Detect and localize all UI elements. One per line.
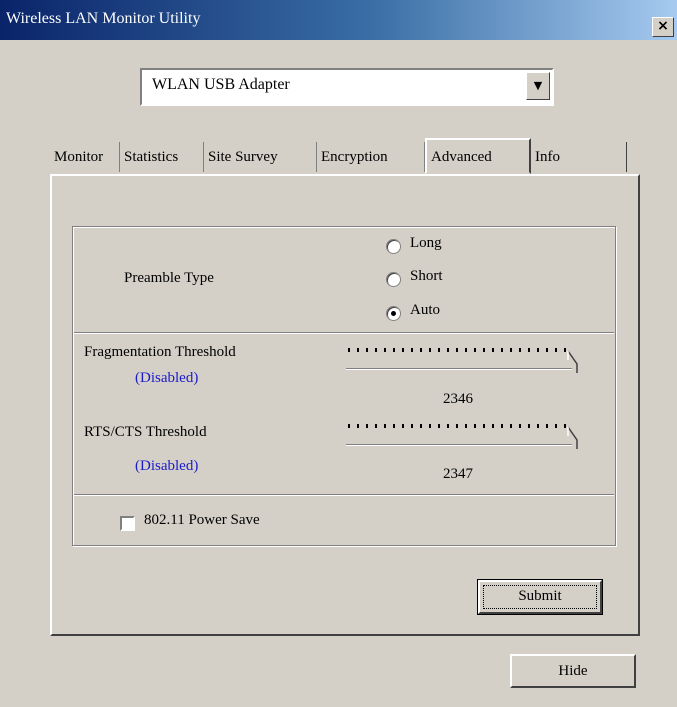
tab-label: Info bbox=[535, 149, 560, 165]
hide-button-label: Hide bbox=[558, 663, 588, 679]
slider-track bbox=[346, 368, 572, 370]
chevron-down-icon: ▼ bbox=[533, 79, 543, 92]
fragmentation-status: (Disabled) bbox=[135, 370, 199, 386]
slider-track bbox=[346, 444, 572, 446]
slider-thumb[interactable] bbox=[567, 350, 579, 374]
hide-button[interactable]: Hide bbox=[510, 654, 636, 688]
tab-info[interactable]: Info bbox=[531, 142, 627, 172]
rts-cts-status: (Disabled) bbox=[135, 458, 199, 474]
preamble-short-radio[interactable] bbox=[386, 272, 401, 287]
preamble-long-label: Long bbox=[410, 235, 442, 251]
section-divider bbox=[74, 332, 614, 334]
close-icon: × bbox=[657, 18, 669, 34]
tab-label: Encryption bbox=[321, 149, 388, 165]
tab-encryption[interactable]: Encryption bbox=[317, 142, 425, 172]
main-window: Wireless LAN Monitor Utility × WLAN USB … bbox=[0, 0, 677, 707]
power-save-checkbox[interactable] bbox=[120, 516, 135, 531]
tab-advanced[interactable]: Advanced bbox=[425, 138, 531, 174]
section-divider bbox=[74, 494, 614, 496]
preamble-short-label: Short bbox=[410, 268, 443, 284]
adapter-select[interactable]: WLAN USB Adapter ▼ bbox=[140, 68, 554, 106]
fragmentation-threshold-label: Fragmentation Threshold bbox=[84, 344, 236, 360]
preamble-type-label: Preamble Type bbox=[124, 270, 214, 286]
preamble-auto-radio[interactable] bbox=[386, 306, 401, 321]
radio-selected-dot bbox=[391, 311, 396, 316]
close-button[interactable]: × bbox=[652, 17, 674, 37]
window-title: Wireless LAN Monitor Utility bbox=[6, 10, 201, 27]
adapter-select-value: WLAN USB Adapter bbox=[152, 76, 290, 93]
dropdown-arrow-button[interactable]: ▼ bbox=[526, 72, 550, 100]
tab-label: Site Survey bbox=[208, 149, 278, 165]
focus-rectangle bbox=[483, 585, 597, 609]
preamble-auto-label: Auto bbox=[410, 302, 440, 318]
tab-monitor[interactable]: Monitor bbox=[50, 142, 120, 172]
rts-cts-slider[interactable] bbox=[346, 418, 586, 458]
fragmentation-value: 2346 bbox=[443, 391, 473, 407]
power-save-label: 802.11 Power Save bbox=[144, 512, 260, 528]
preamble-long-radio[interactable] bbox=[386, 239, 401, 254]
tab-statistics[interactable]: Statistics bbox=[120, 142, 204, 172]
slider-ticks bbox=[348, 424, 568, 428]
slider-ticks bbox=[348, 348, 568, 352]
tab-label: Monitor bbox=[54, 149, 104, 165]
rts-cts-value: 2347 bbox=[443, 466, 473, 482]
slider-thumb[interactable] bbox=[567, 426, 579, 450]
submit-button[interactable]: Submit bbox=[477, 579, 603, 615]
rts-cts-threshold-label: RTS/CTS Threshold bbox=[84, 424, 207, 440]
tab-site-survey[interactable]: Site Survey bbox=[204, 142, 317, 172]
tab-label: Statistics bbox=[124, 149, 179, 165]
fragmentation-slider[interactable] bbox=[346, 342, 586, 382]
title-bar[interactable]: Wireless LAN Monitor Utility × bbox=[0, 0, 677, 40]
tab-strip: Monitor Statistics Site Survey Encryptio… bbox=[50, 138, 640, 176]
tab-label: Advanced bbox=[431, 149, 492, 165]
